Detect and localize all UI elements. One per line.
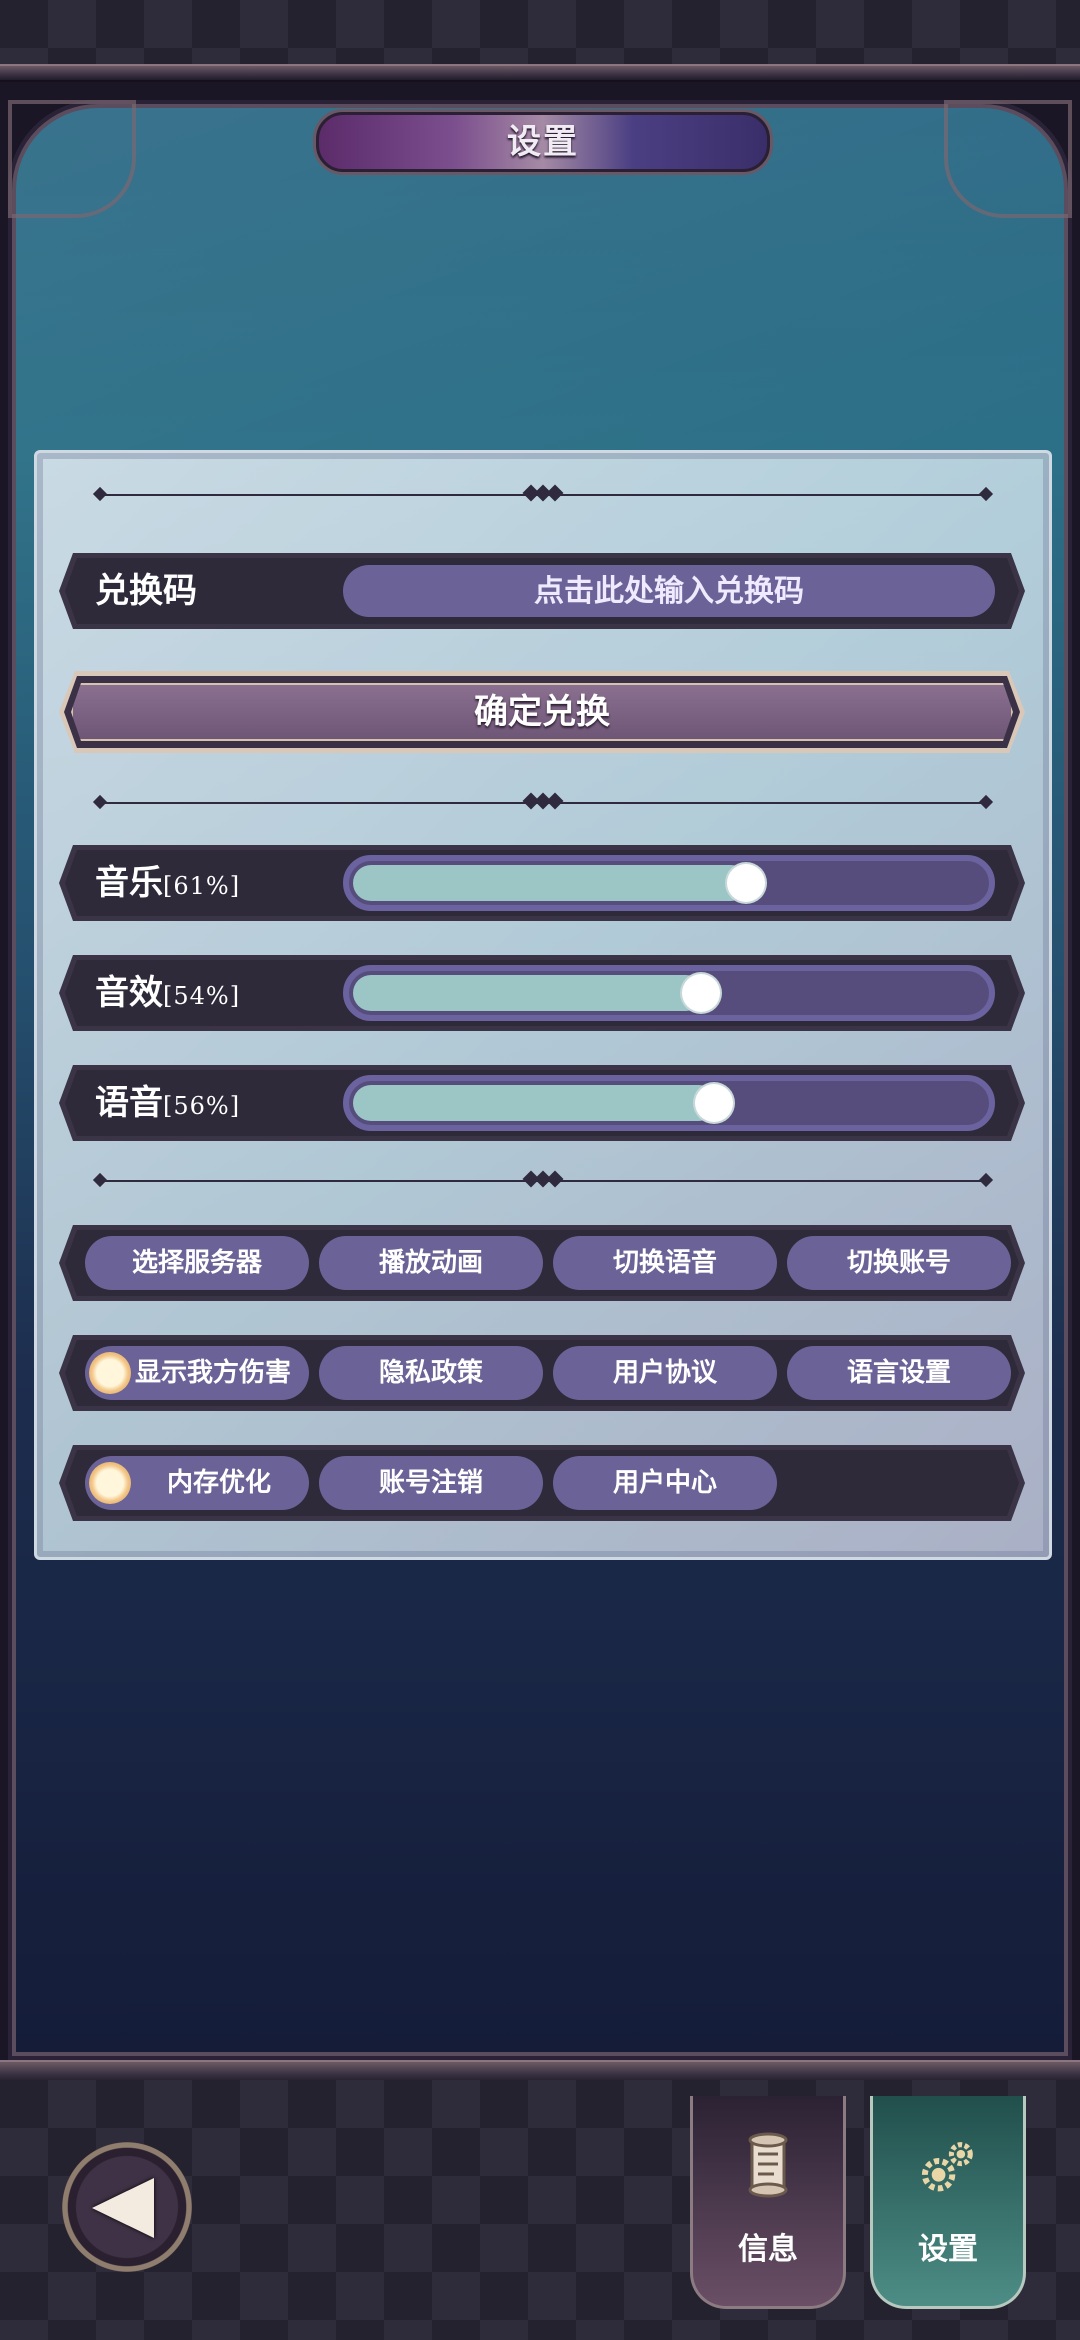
title-banner: 设置	[316, 112, 770, 172]
music-volume-row: 音乐[61%]	[59, 845, 1025, 921]
music-slider[interactable]	[343, 855, 995, 911]
settings-card: 兑换码 确定兑换 音乐[61%] 音效[54%]	[34, 450, 1052, 1560]
tab-info[interactable]: 信息	[690, 2096, 846, 2309]
redeem-code-input[interactable]	[343, 565, 995, 617]
user-agreement-button[interactable]: 用户协议	[553, 1346, 777, 1400]
play-animation-button[interactable]: 播放动画	[319, 1236, 543, 1290]
user-center-button[interactable]: 用户中心	[553, 1456, 777, 1510]
redeem-row: 兑换码	[59, 553, 1025, 629]
confirm-redeem-button[interactable]: 确定兑换	[59, 671, 1025, 753]
corner-ornament-right	[944, 100, 1072, 218]
button-row-2: 显示我方伤害 隐私政策 用户协议 语言设置	[59, 1335, 1025, 1411]
show-damage-label: 显示我方伤害	[135, 1358, 292, 1388]
sfx-slider-fill	[353, 975, 704, 1011]
confirm-redeem-label: 确定兑换	[474, 692, 610, 732]
button-row-3: 内存优化 账号注销 用户中心	[59, 1445, 1025, 1521]
music-slider-fill	[353, 865, 749, 901]
divider	[92, 1170, 994, 1188]
sfx-slider[interactable]	[343, 965, 995, 1021]
scroll-icon	[738, 2132, 798, 2202]
music-label: 音乐	[95, 863, 163, 903]
button-row-1: 选择服务器 播放动画 切换语音 切换账号	[59, 1225, 1025, 1301]
voice-slider-fill	[353, 1085, 717, 1121]
back-button[interactable]	[62, 2142, 192, 2272]
back-arrow-icon	[92, 2178, 154, 2238]
sfx-percent: [54%]	[163, 982, 241, 1010]
sfx-volume-row: 音效[54%]	[59, 955, 1025, 1031]
tab-settings[interactable]: 设置	[870, 2096, 1026, 2309]
memory-optimize-label: 内存优化	[166, 1468, 271, 1498]
tab-info-label: 信息	[738, 2232, 798, 2267]
redeem-label: 兑换码	[95, 571, 197, 611]
tab-settings-label: 设置	[918, 2232, 978, 2267]
toggle-on-icon	[89, 1462, 131, 1504]
music-slider-thumb[interactable]	[727, 864, 765, 902]
memory-optimize-toggle[interactable]: 内存优化	[85, 1456, 309, 1510]
select-server-button[interactable]: 选择服务器	[85, 1236, 309, 1290]
corner-ornament-left	[8, 100, 136, 218]
delete-account-button[interactable]: 账号注销	[319, 1456, 543, 1510]
music-percent: [61%]	[163, 872, 241, 900]
voice-slider[interactable]	[343, 1075, 995, 1131]
divider	[92, 792, 994, 810]
switch-account-button[interactable]: 切换账号	[787, 1236, 1011, 1290]
voice-label: 语音	[95, 1083, 163, 1123]
voice-percent: [56%]	[163, 1092, 241, 1120]
top-border-bar	[0, 64, 1080, 82]
gears-icon	[918, 2132, 978, 2202]
divider	[92, 484, 994, 502]
page-title: 设置	[507, 122, 579, 162]
show-damage-toggle[interactable]: 显示我方伤害	[85, 1346, 309, 1400]
sfx-label: 音效	[95, 973, 163, 1013]
top-decor-strip	[0, 0, 1080, 70]
language-settings-button[interactable]: 语言设置	[787, 1346, 1011, 1400]
voice-volume-row: 语音[56%]	[59, 1065, 1025, 1141]
sfx-slider-thumb[interactable]	[682, 974, 720, 1012]
switch-voice-button[interactable]: 切换语音	[553, 1236, 777, 1290]
privacy-policy-button[interactable]: 隐私政策	[319, 1346, 543, 1400]
toggle-on-icon	[89, 1352, 131, 1394]
voice-slider-thumb[interactable]	[695, 1084, 733, 1122]
